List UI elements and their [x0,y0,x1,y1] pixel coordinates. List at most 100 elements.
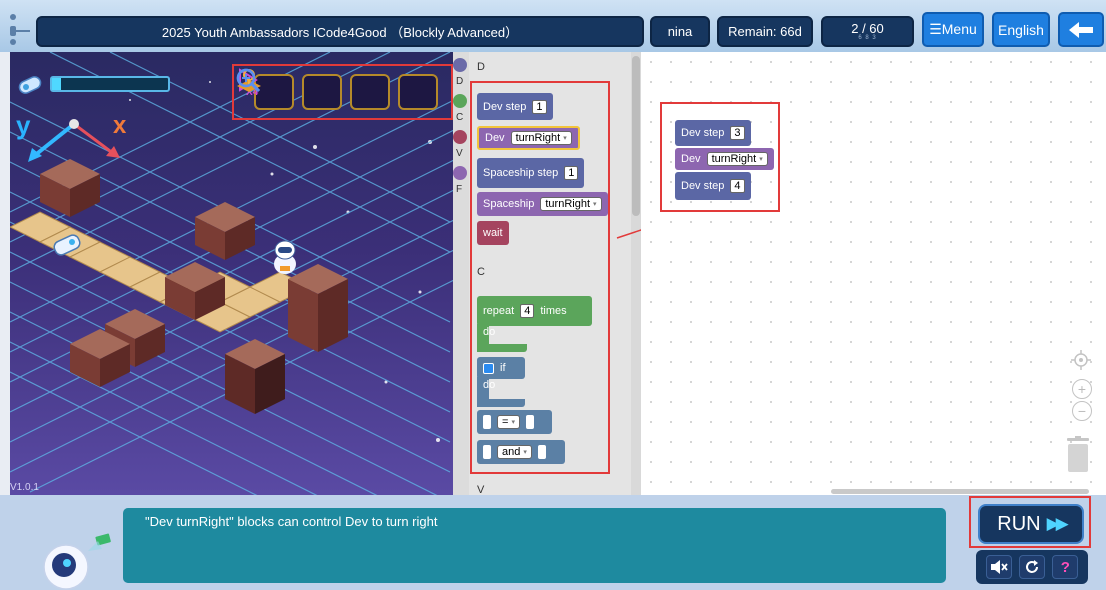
menu-button[interactable]: ☰Menu [922,12,984,47]
version-label: V1.0.1 [10,482,39,493]
ws-block-2-dropdown[interactable]: turnRight ▾ [706,152,768,166]
ws-block-2-label: Dev [681,153,701,165]
zoom-out-icon [236,68,261,93]
mute-button[interactable] [985,555,1012,579]
run-button[interactable]: RUN ▶▶ [978,504,1084,544]
zoom-in-button[interactable] [236,68,390,110]
brick-block [225,339,285,414]
if-label: if [500,362,506,374]
dev-turn-dropdown[interactable]: turnRight ▾ [510,131,572,145]
brick-block [195,202,255,260]
logic-block[interactable]: and ▾ [477,440,565,464]
recenter-button[interactable] [1071,350,1091,370]
ws-block-2-option: turnRight [711,153,757,165]
level-counter: 2 / 60 [851,21,884,36]
ws-block-3-value[interactable]: 4 [730,179,745,193]
ws-block-1-label: Dev step [681,127,725,139]
battery-icon [18,76,42,94]
section-d-label: D [477,61,485,73]
hint-text: "Dev turnRight" blocks can control Dev t… [145,514,438,529]
caret-down-icon: ▾ [759,156,763,163]
repeat-label: repeat [483,305,515,317]
dev-step-label: Dev step [483,100,527,113]
brick-block [40,159,100,217]
workspace-dev-step-block[interactable]: Dev step 3 [675,120,751,146]
compare-dropdown[interactable]: = ▾ [497,415,520,429]
repeat-foot [477,344,527,352]
spaceship-turn-label: Spaceship [483,198,535,210]
top-bar: 2025 Youth Ambassadors ICode4Good （Block… [0,0,1106,52]
ws-block-1-value[interactable]: 3 [730,126,745,140]
question-icon: ? [1060,558,1070,576]
gear-icon[interactable] [483,362,494,374]
minus-icon: − [1077,403,1087,419]
energy-bar [50,76,170,92]
window-handle-icon [10,14,30,45]
spaceship-step-block[interactable]: Spaceship step 1 [477,158,585,188]
toolbox-scroll-thumb[interactable] [632,56,640,216]
game-stage[interactable]: y x X4 V1.0.1 [10,52,453,495]
tab-functions-label: F [456,184,463,195]
level-title: 2025 Youth Ambassadors ICode4Good （Block… [36,16,644,47]
ws-block-3-label: Dev step [681,180,725,192]
tab-functions[interactable] [453,166,467,180]
right-slot [537,445,546,459]
dev-step-block[interactable]: Dev step 1 [477,93,553,120]
if-do-label: do [483,379,496,391]
control-row: ? [976,550,1088,584]
level-progress[interactable]: 2 / 60 6 8 3 [821,16,914,47]
caret-down-icon: ▾ [563,135,567,142]
plus-icon: + [1077,381,1087,397]
dev-turn-block[interactable]: Dev turnRight ▾ [477,126,580,150]
spaceship-turn-dropdown[interactable]: turnRight ▾ [540,197,602,211]
workspace-zoom-in-button[interactable]: + [1072,379,1092,399]
tab-control-label: C [456,112,464,123]
caret-down-icon: ▾ [511,419,515,426]
workspace-dev-step-block[interactable]: Dev step 4 [675,172,751,200]
help-button[interactable]: ? [1052,555,1079,579]
left-slot [483,445,491,459]
language-button[interactable]: English [992,12,1050,47]
workspace-zoom-out-button[interactable]: − [1072,401,1092,421]
reset-button[interactable] [1018,555,1045,579]
repeat-count[interactable]: 4 [520,304,535,318]
spaceship-turn-option: turnRight [545,198,591,210]
map-view-button[interactable] [237,69,342,110]
bottom-bar: "Dev turnRight" blocks can control Dev t… [0,495,1106,590]
toolbox-scrollbar[interactable] [631,52,641,495]
level-stats: 6 8 3 [858,35,877,41]
tab-variables[interactable] [453,130,467,144]
logic-dropdown[interactable]: and ▾ [497,445,532,459]
brick-block [288,264,348,352]
target-icon [1071,350,1091,370]
repeat-block[interactable]: repeat 4 times do [477,296,592,352]
workspace-dev-turn-block[interactable]: Dev turnRight ▾ [675,148,774,170]
back-arrow-icon [1069,21,1093,38]
repeat-header: repeat 4 times [477,296,592,326]
workspace-canvas[interactable]: Dev step 3 Dev turnRight ▾ Dev step 4 + − [641,52,1106,495]
refresh-icon [1026,560,1038,573]
spaceship-step-value[interactable]: 1 [564,166,579,180]
section-c-label: C [477,266,485,278]
remaining-days: Remain: 66d [717,16,813,47]
repeat-do-label: do [483,326,496,338]
compare-operator: = [502,416,509,428]
category-tabs: D C V F [453,52,469,495]
if-foot [477,399,525,407]
if-block[interactable]: if do [477,357,527,407]
axis-y-label: y [16,110,31,140]
workspace-scrollbar[interactable] [831,489,1089,494]
back-button[interactable] [1058,12,1104,47]
robot-mascot-icon [43,533,111,590]
compare-block[interactable]: = ▾ [477,410,552,434]
tab-dev-label: D [456,76,464,87]
dev-step-value[interactable]: 1 [532,99,547,114]
zoom-out-button[interactable] [236,68,438,110]
tab-control[interactable] [453,94,467,108]
logic-operator: and [502,446,521,458]
trash-icon[interactable] [1066,436,1090,474]
repeat-suffix: times [540,305,567,317]
spaceship-turn-block[interactable]: Spaceship turnRight ▾ [477,192,608,216]
wait-block[interactable]: wait [477,221,509,245]
tab-dev[interactable] [453,58,467,72]
